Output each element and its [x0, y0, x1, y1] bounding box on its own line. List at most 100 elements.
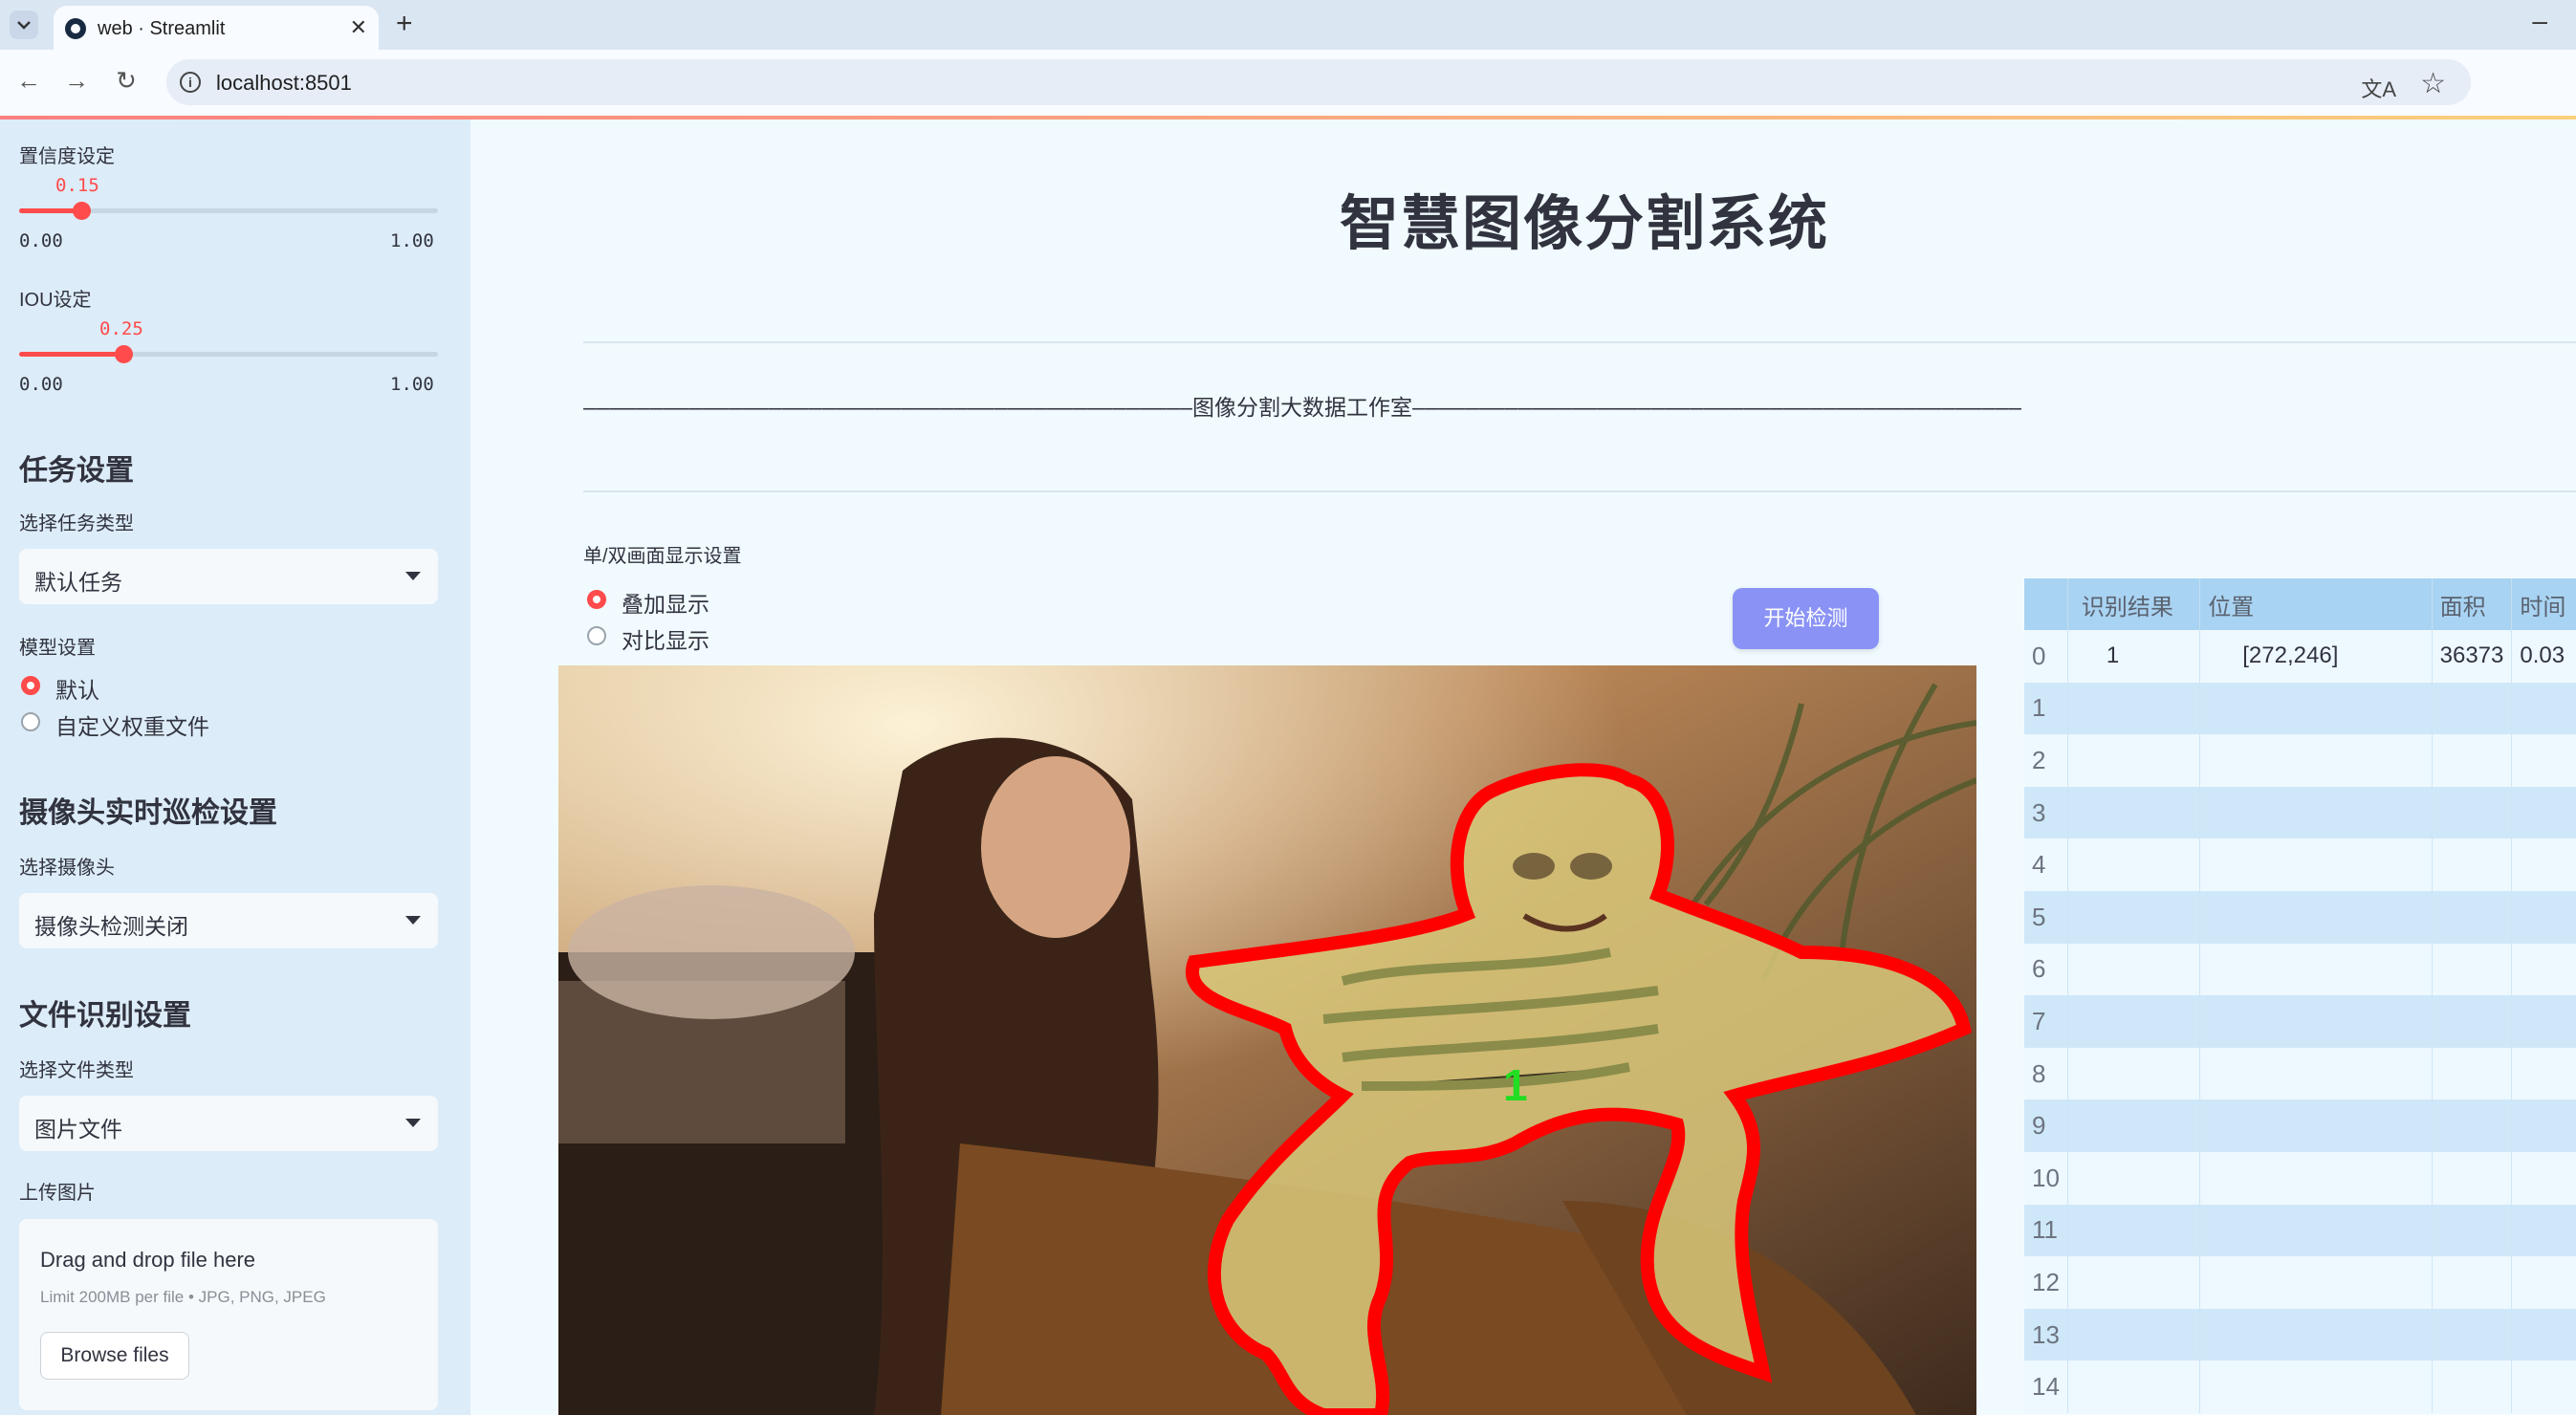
- row-index-cell: 1: [2024, 682, 2068, 735]
- radio-unselected-icon: [587, 626, 606, 645]
- position-cell: [2199, 1256, 2433, 1309]
- position-cell: [2199, 995, 2433, 1048]
- table-row[interactable]: 8: [2024, 1047, 2576, 1100]
- studio-banner: ————————————————————————————————————————…: [583, 396, 2021, 421]
- row-index-cell: 11: [2024, 1204, 2068, 1257]
- confidence-slider-thumb[interactable]: [73, 202, 91, 220]
- result-cell: [2067, 1361, 2201, 1413]
- address-bar: ← → ↻ i localhost:8501 文A ☆: [0, 50, 2576, 117]
- column-header-index: [2024, 578, 2068, 630]
- iou-value: 0.25: [99, 318, 143, 339]
- table-row[interactable]: 10: [2024, 1151, 2576, 1205]
- iou-slider-fill: [19, 352, 123, 357]
- column-header-area[interactable]: 面积: [2432, 578, 2513, 630]
- position-cell: [2199, 1099, 2433, 1152]
- time-cell: [2511, 943, 2576, 996]
- row-index-cell: 10: [2024, 1151, 2068, 1205]
- model-option-custom: 自定义权重文件: [55, 714, 209, 739]
- area-cell: [2432, 838, 2513, 891]
- site-info-icon[interactable]: i: [180, 72, 201, 93]
- new-tab-icon[interactable]: +: [396, 8, 413, 40]
- position-cell: [2199, 890, 2433, 944]
- column-header-position[interactable]: 位置: [2199, 578, 2433, 630]
- table-row[interactable]: 9: [2024, 1099, 2576, 1152]
- result-cell: [2067, 995, 2201, 1048]
- row-index-cell: 5: [2024, 890, 2068, 944]
- position-cell: [2199, 1204, 2433, 1257]
- iou-label: IOU设定: [19, 290, 92, 311]
- task-type-label: 选择任务类型: [19, 513, 134, 534]
- iou-slider[interactable]: [19, 345, 438, 363]
- time-cell: [2511, 1308, 2576, 1361]
- results-table[interactable]: 识别结果 位置 面积 时间 0 1 [272,246] 36373 0.03 1 2 3 4 5 6…: [2024, 578, 2576, 1415]
- table-row[interactable]: 4: [2024, 838, 2576, 891]
- confidence-min: 0.00: [19, 230, 63, 251]
- confidence-value: 0.15: [55, 175, 99, 196]
- file-type-select[interactable]: 图片文件: [19, 1096, 438, 1151]
- browser-tab[interactable]: web · Streamlit ✕: [54, 6, 379, 50]
- table-row[interactable]: 14: [2024, 1361, 2576, 1413]
- iou-slider-thumb[interactable]: [115, 345, 133, 363]
- browse-files-button[interactable]: Browse files: [40, 1332, 189, 1380]
- divider: [583, 341, 2576, 343]
- area-cell: [2432, 1308, 2513, 1361]
- result-cell: [2067, 682, 2201, 735]
- table-row[interactable]: 6: [2024, 943, 2576, 996]
- bookmark-star-icon[interactable]: ☆: [2420, 67, 2446, 100]
- result-photo: 1: [558, 665, 1976, 1415]
- confidence-slider[interactable]: [19, 202, 438, 220]
- chevron-down-icon: [17, 21, 31, 30]
- start-detection-button[interactable]: 开始检测: [1733, 588, 1879, 649]
- url-field[interactable]: i localhost:8501 文A ☆: [166, 59, 2471, 105]
- model-option-default: 默认: [55, 678, 99, 703]
- row-index-cell: 9: [2024, 1099, 2068, 1152]
- close-tab-icon[interactable]: ✕: [350, 15, 367, 40]
- position-cell: [2199, 1151, 2433, 1205]
- result-cell: [2067, 1256, 2201, 1309]
- table-row[interactable]: 2: [2024, 734, 2576, 787]
- sidebar: 置信度设定 0.15 0.00 1.00 IOU设定 0.25 0.00 1.0…: [0, 120, 470, 1415]
- translate-icon[interactable]: 文A: [2361, 73, 2396, 103]
- table-row[interactable]: 12: [2024, 1256, 2576, 1309]
- dropzone-title: Drag and drop file here: [40, 1248, 256, 1272]
- position-cell: [2199, 734, 2433, 787]
- area-cell: [2432, 1047, 2513, 1100]
- time-cell: [2511, 838, 2576, 891]
- iou-max: 1.00: [390, 374, 434, 395]
- area-cell: [2432, 1204, 2513, 1257]
- reload-icon[interactable]: ↻: [109, 63, 143, 98]
- table-row[interactable]: 3: [2024, 786, 2576, 839]
- table-header-row: 识别结果 位置 面积 时间: [2024, 578, 2576, 630]
- file-uploader-dropzone[interactable]: Drag and drop file here Limit 200MB per …: [19, 1219, 438, 1410]
- position-cell: [2199, 786, 2433, 839]
- result-cell: [2067, 890, 2201, 944]
- display-option-overlay: 叠加显示: [622, 592, 709, 617]
- confidence-max: 1.00: [390, 230, 434, 251]
- table-row[interactable]: 11: [2024, 1204, 2576, 1257]
- display-mode-label: 单/双画面显示设置: [583, 546, 742, 567]
- table-row[interactable]: 13: [2024, 1308, 2576, 1361]
- forward-arrow-icon[interactable]: →: [59, 63, 94, 98]
- row-index-cell: 12: [2024, 1256, 2068, 1309]
- table-row[interactable]: 7: [2024, 995, 2576, 1048]
- column-header-result[interactable]: 识别结果: [2067, 578, 2201, 630]
- url-text: localhost:8501: [216, 71, 352, 95]
- table-row[interactable]: 1: [2024, 682, 2576, 735]
- table-row[interactable]: 5: [2024, 890, 2576, 944]
- result-cell: [2067, 1099, 2201, 1152]
- streamlit-favicon-icon: [65, 18, 86, 39]
- table-row[interactable]: 0 1 [272,246] 36373 0.03: [2024, 630, 2576, 683]
- column-header-time[interactable]: 时间: [2511, 578, 2576, 630]
- result-cell: [2067, 1204, 2201, 1257]
- tab-search-button[interactable]: [10, 11, 38, 39]
- task-type-select[interactable]: 默认任务: [19, 549, 438, 604]
- minimize-window-icon[interactable]: –: [2532, 6, 2547, 36]
- camera-select[interactable]: 摄像头检测关闭: [19, 893, 438, 948]
- result-cell: [2067, 943, 2201, 996]
- row-index-cell: 8: [2024, 1047, 2068, 1100]
- back-arrow-icon[interactable]: ←: [11, 63, 46, 98]
- camera-select-value: 摄像头检测关闭: [34, 914, 188, 939]
- position-cell: [2199, 943, 2433, 996]
- result-cell: [2067, 1151, 2201, 1205]
- row-index-cell: 13: [2024, 1308, 2068, 1361]
